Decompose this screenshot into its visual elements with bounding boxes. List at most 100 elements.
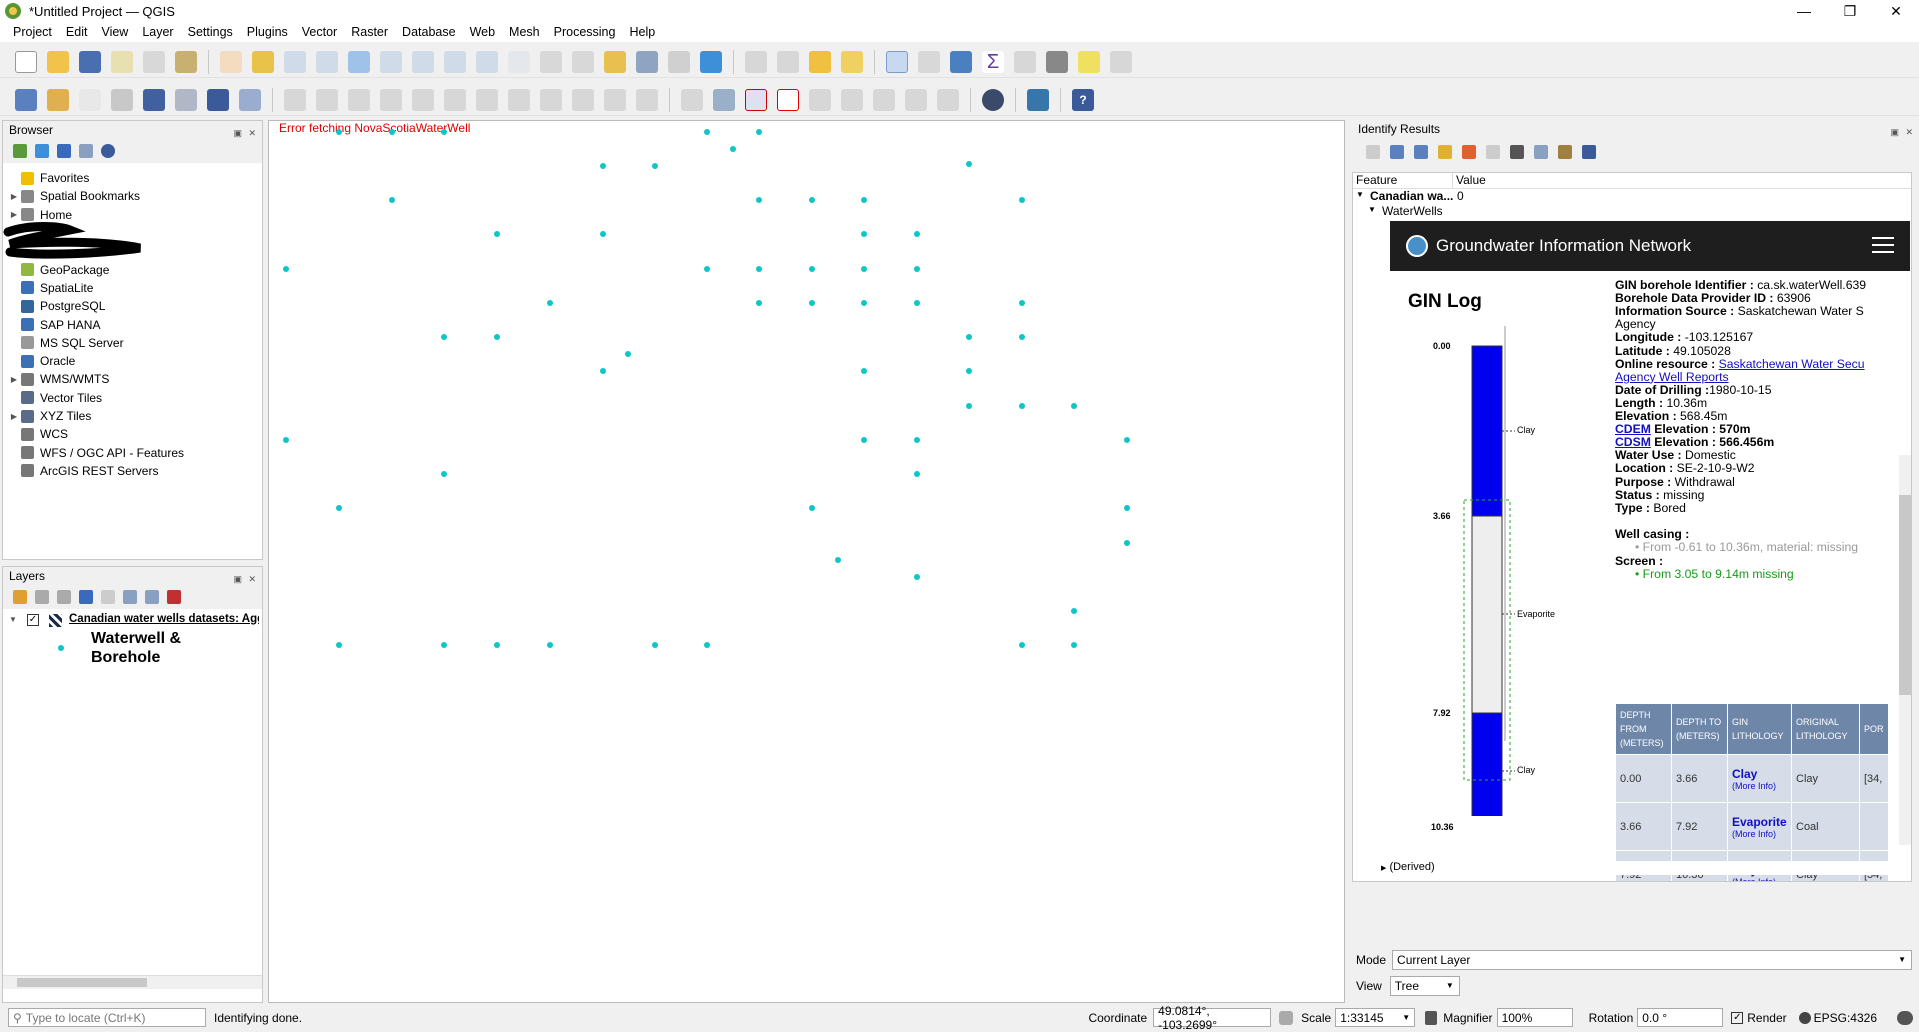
browser-item[interactable]: SpatiaLite xyxy=(7,279,262,297)
well-point[interactable] xyxy=(861,231,867,237)
filter-legend-icon[interactable] xyxy=(79,590,93,604)
new-map-view-icon[interactable] xyxy=(540,50,562,73)
paste-icon[interactable] xyxy=(572,88,594,111)
browser-item[interactable]: ▶ WMS/WMTS xyxy=(7,370,262,388)
expand-arrow-icon[interactable]: ▼ xyxy=(1356,190,1364,199)
well-point[interactable] xyxy=(1124,505,1130,511)
browser-item[interactable]: SAP HANA xyxy=(7,315,262,333)
lithology-link[interactable]: Clay xyxy=(1732,767,1757,781)
well-point[interactable] xyxy=(809,505,815,511)
well-point[interactable] xyxy=(600,231,606,237)
add-mesh-icon[interactable] xyxy=(207,88,229,111)
expand-all-icon[interactable] xyxy=(1438,145,1452,159)
render-checkbox[interactable]: ✓ xyxy=(1731,1011,1744,1024)
well-point[interactable] xyxy=(283,266,289,272)
remove-layer-icon[interactable] xyxy=(167,590,181,604)
well-point[interactable] xyxy=(1071,403,1077,409)
cut-icon[interactable] xyxy=(508,88,530,111)
show-bookmarks-icon[interactable] xyxy=(636,50,658,73)
menu-layer[interactable]: Layer xyxy=(135,25,180,39)
move-label-icon[interactable] xyxy=(841,88,863,111)
zoom-last-icon[interactable] xyxy=(476,50,498,73)
browser-item[interactable]: GeoPackage xyxy=(7,260,262,278)
feature-row-layer[interactable]: Canadian wa... xyxy=(1370,189,1453,203)
well-point[interactable] xyxy=(1071,608,1077,614)
style-panel-icon[interactable] xyxy=(13,590,27,604)
browser-item[interactable]: Favorites xyxy=(7,169,262,187)
well-point[interactable] xyxy=(861,437,867,443)
maximize-button[interactable]: ❐ xyxy=(1827,0,1873,22)
panel-float-close-icon[interactable]: ▣ ✕ xyxy=(233,570,258,588)
well-point[interactable] xyxy=(389,129,395,135)
identify-settings-icon[interactable] xyxy=(1558,145,1572,159)
coordinate-field[interactable]: 49.0814°, -103.2699° xyxy=(1153,1004,1272,1032)
vertex-tool-icon[interactable] xyxy=(412,88,434,111)
derived-row[interactable]: ▶ (Derived) xyxy=(1353,861,1911,875)
gin-vertical-scrollbar[interactable] xyxy=(1899,455,1911,845)
pin-labels-icon[interactable] xyxy=(777,88,799,111)
collapse-tree-icon[interactable] xyxy=(1414,145,1428,159)
more-info-link[interactable]: (More Info) xyxy=(1732,877,1787,882)
browser-item[interactable]: ArcGIS REST Servers xyxy=(7,462,262,480)
well-point[interactable] xyxy=(600,368,606,374)
layout-manager-icon[interactable] xyxy=(143,50,165,73)
well-point[interactable] xyxy=(914,300,920,306)
zoom-out-icon[interactable] xyxy=(316,50,338,73)
new-geopackage-icon[interactable] xyxy=(47,88,69,111)
locator-input[interactable]: ⚲ Type to locate (Ctrl+K) xyxy=(8,1008,206,1027)
well-point[interactable] xyxy=(494,334,500,340)
browser-item[interactable]: WCS xyxy=(7,425,262,443)
well-point[interactable] xyxy=(441,334,447,340)
menu-edit[interactable]: Edit xyxy=(59,25,95,39)
add-group-icon[interactable] xyxy=(35,590,49,604)
collapse-all-icon[interactable] xyxy=(79,144,93,158)
well-point[interactable] xyxy=(1124,540,1130,546)
well-point[interactable] xyxy=(861,300,867,306)
attribute-table-icon[interactable] xyxy=(918,50,940,73)
well-point[interactable] xyxy=(914,231,920,237)
browser-item[interactable]: Oracle xyxy=(7,352,262,370)
menu-settings[interactable]: Settings xyxy=(181,25,240,39)
magnifier-field[interactable]: 100% xyxy=(1496,1008,1573,1027)
well-point[interactable] xyxy=(704,642,710,648)
well-point[interactable] xyxy=(1019,642,1025,648)
more-info-link[interactable]: (More Info) xyxy=(1732,829,1787,839)
well-point[interactable] xyxy=(1071,642,1077,648)
new-virtual-layer-icon[interactable] xyxy=(143,88,165,111)
messages-icon[interactable] xyxy=(1897,1010,1913,1025)
well-point[interactable] xyxy=(1124,437,1130,443)
expand-all-icon[interactable] xyxy=(123,590,137,604)
well-point[interactable] xyxy=(914,471,920,477)
zoom-full-icon[interactable] xyxy=(348,50,370,73)
browser-item[interactable]: PostgreSQL xyxy=(7,297,262,315)
delete-selected-icon[interactable] xyxy=(476,88,498,111)
well-point[interactable] xyxy=(1019,403,1025,409)
manage-themes-icon[interactable] xyxy=(57,590,71,604)
well-point[interactable] xyxy=(494,642,500,648)
new-3d-map-view-icon[interactable] xyxy=(572,50,594,73)
identify-help-icon[interactable] xyxy=(1582,145,1596,159)
feature-row-waterwells[interactable]: WaterWells xyxy=(1382,204,1443,218)
select-identify-mode-icon[interactable] xyxy=(1534,145,1548,159)
undo-icon[interactable] xyxy=(604,88,626,111)
identify-features-icon[interactable] xyxy=(886,50,908,73)
mode-select[interactable]: Current Layer ▼ xyxy=(1392,950,1913,970)
well-point[interactable] xyxy=(756,266,762,272)
well-point[interactable] xyxy=(441,471,447,477)
new-bookmark-icon[interactable] xyxy=(604,50,626,73)
filter-expression-icon[interactable] xyxy=(101,590,115,604)
browser-item[interactable]: WFS / OGC API - Features xyxy=(7,443,262,461)
zoom-next-icon[interactable] xyxy=(508,50,530,73)
well-point[interactable] xyxy=(547,300,553,306)
select-location-icon[interactable] xyxy=(841,50,863,73)
help-icon[interactable]: ? xyxy=(1072,88,1094,111)
data-source-manager-icon[interactable] xyxy=(15,88,37,111)
well-point[interactable] xyxy=(389,197,395,203)
well-point[interactable] xyxy=(809,266,815,272)
menu-processing[interactable]: Processing xyxy=(547,25,623,39)
well-point[interactable] xyxy=(809,300,815,306)
expand-arrow-icon[interactable]: ▶ xyxy=(7,412,21,421)
zoom-native-icon[interactable] xyxy=(444,50,466,73)
well-point[interactable] xyxy=(652,642,658,648)
add-selected-icon[interactable] xyxy=(13,144,27,158)
